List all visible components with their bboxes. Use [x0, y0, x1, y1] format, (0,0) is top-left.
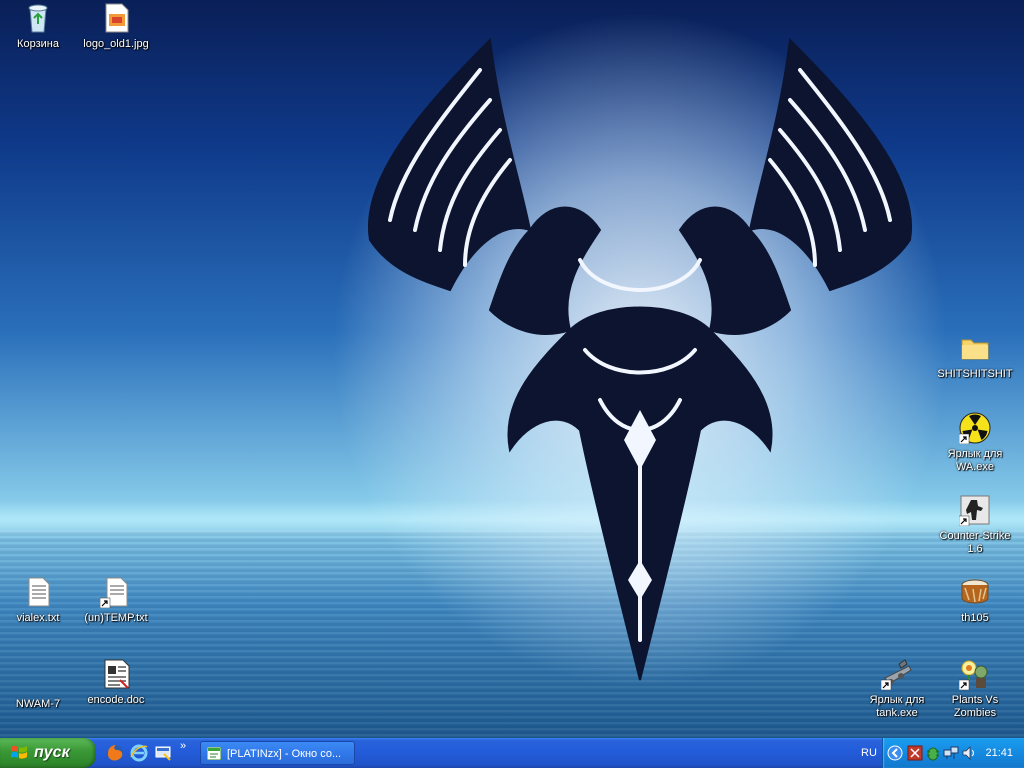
internet-explorer-icon[interactable]	[130, 744, 148, 762]
start-button-label: пуск	[34, 744, 70, 761]
chat-window-icon	[207, 747, 221, 760]
document-file-icon	[104, 659, 130, 689]
desktop-icon-encode-doc[interactable]: encode.doc	[78, 658, 154, 707]
desktop-icon-vialex-txt[interactable]: vialex.txt	[0, 576, 76, 625]
icon-label: Plants Vs Zombies	[951, 694, 999, 719]
icon-label: vialex.txt	[16, 612, 60, 624]
icon-label: th105	[961, 612, 989, 624]
icon-label: NWAM-7	[15, 698, 61, 710]
icon-label: Counter-Strike 1.6	[939, 530, 1011, 555]
folder-icon	[961, 339, 989, 360]
tribal-wings-emblem	[367, 37, 913, 681]
desktop-icon-shitshitshit[interactable]: SHITSHITSHIT	[937, 332, 1013, 381]
icon-label: encode.doc	[87, 694, 145, 706]
desktop-icon-untemp-txt[interactable]: (un)TEMP.txt	[78, 576, 154, 625]
tray-collapse-icon[interactable]	[887, 745, 903, 761]
tank-icon	[881, 659, 912, 690]
show-desktop-icon[interactable]	[154, 744, 172, 762]
desktop-icon-recycle-bin[interactable]: Корзина	[0, 2, 76, 51]
icon-label: Корзина	[17, 38, 59, 50]
drum-icon	[961, 579, 989, 604]
clock[interactable]: 21:41	[985, 738, 1013, 768]
icon-label: Ярлык для tank.exe	[869, 694, 925, 719]
counter-strike-icon	[959, 495, 990, 526]
desktop-icon-counter-strike[interactable]: Counter-Strike 1.6	[937, 494, 1013, 556]
text-file-icon	[28, 577, 50, 607]
desktop-icon-logo-old1-jpg[interactable]: logo_old1.jpg	[78, 2, 154, 51]
icon-label: logo_old1.jpg	[83, 38, 149, 50]
blank-icon	[22, 676, 54, 694]
icon-label: (un)TEMP.txt	[84, 612, 148, 624]
recycle-bin-icon	[28, 4, 48, 33]
desktop-icon-th105[interactable]: th105	[937, 576, 1013, 625]
plants-vs-zombies-icon	[959, 660, 988, 690]
taskbar-window-label: [PLATINzx] - Окно со...	[227, 748, 342, 760]
network-icon[interactable]	[943, 745, 959, 761]
desktop: Корзина logo_old1.jpg SHITSHITSHIT Ярлык…	[0, 0, 1024, 738]
icon-label: Ярлык для WA.exe	[947, 448, 1003, 473]
system-tray: 21:41	[882, 738, 1024, 768]
desktop-icon-nwam-7[interactable]: NWAM-7	[0, 676, 76, 711]
start-button[interactable]: пуск	[0, 738, 96, 768]
taskbar-window-button[interactable]: [PLATINzx] - Окно со...	[200, 741, 355, 765]
icon-label: SHITSHITSHIT	[937, 368, 1013, 380]
antivirus-icon[interactable]	[907, 745, 923, 761]
desktop-icon-tank-shortcut[interactable]: Ярлык для tank.exe	[859, 658, 935, 720]
bug-icon[interactable]	[925, 745, 941, 761]
quick-launch-chevron[interactable]: »	[180, 740, 186, 752]
desktop-icon-wa-shortcut[interactable]: Ярлык для WA.exe	[937, 412, 1013, 474]
image-file-icon	[105, 3, 129, 33]
language-indicator[interactable]: RU	[858, 738, 880, 768]
desktop-icon-plants-vs-zombies[interactable]: Plants Vs Zombies	[937, 658, 1013, 720]
windows-flag-icon	[11, 745, 27, 759]
firefox-icon[interactable]	[106, 744, 124, 762]
radiation-icon	[959, 412, 991, 444]
taskbar: пуск » [PLATINzx] - Окно со... RU 21:41	[0, 738, 1024, 768]
text-file-shortcut-icon	[100, 577, 128, 608]
volume-icon[interactable]	[961, 745, 977, 761]
